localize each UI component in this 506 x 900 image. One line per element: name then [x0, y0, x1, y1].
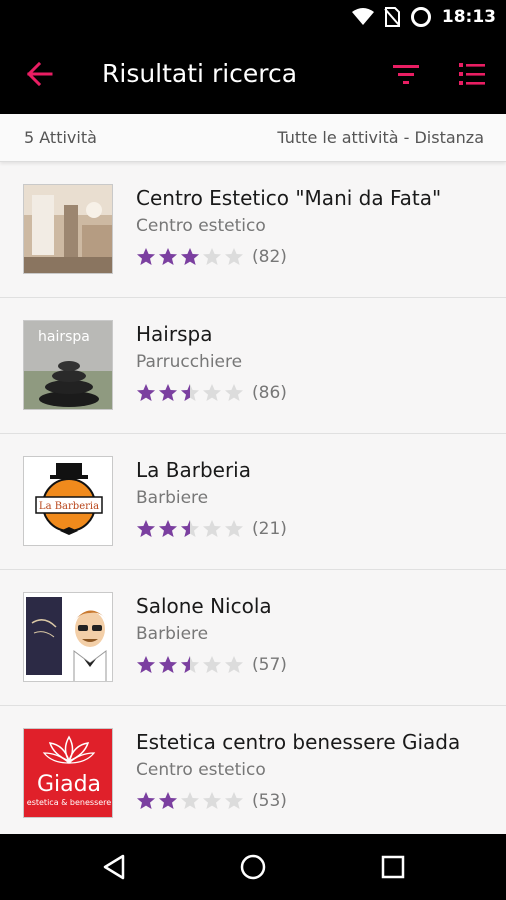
results-list: Centro Estetico "Mani da Fata" Centro es… [0, 162, 506, 834]
barberia-logo-text: La Barberia [39, 501, 99, 512]
star-filled-icon [159, 656, 177, 673]
review-count: (21) [252, 519, 287, 539]
business-name: Centro Estetico "Mani da Fata" [136, 186, 442, 210]
list-sort-icon [459, 63, 485, 85]
star-filled-icon [137, 792, 155, 809]
star-filled-icon [159, 792, 177, 809]
star-filled-icon [159, 520, 177, 537]
status-time: 18:13 [441, 7, 496, 27]
rating: (21) [136, 518, 287, 540]
star-empty-icon [225, 384, 243, 401]
rating-stars [136, 791, 244, 811]
business-category: Barbiere [136, 624, 209, 644]
business-category: Parrucchiere [136, 352, 243, 372]
nav-back-icon [103, 854, 125, 880]
star-half-icon [181, 384, 199, 401]
rating-stars [136, 519, 244, 539]
nav-recents-icon [381, 855, 405, 879]
star-filled-icon [159, 248, 177, 265]
filter-button[interactable] [388, 56, 424, 92]
star-empty-icon [203, 248, 221, 265]
star-filled-icon [137, 520, 155, 537]
list-item[interactable]: Centro Estetico "Mani da Fata" Centro es… [0, 162, 506, 298]
page-title: Risultati ricerca [102, 59, 298, 88]
business-name: La Barberia [136, 458, 251, 482]
review-count: (53) [252, 791, 287, 811]
star-empty-icon [203, 520, 221, 537]
filter-icon [393, 65, 419, 84]
star-empty-icon [181, 792, 199, 809]
list-item[interactable]: Giada estetica & benessere Estetica cent… [0, 706, 506, 834]
business-name: Salone Nicola [136, 594, 272, 618]
star-empty-icon [225, 792, 243, 809]
star-filled-icon [159, 384, 177, 401]
star-empty-icon [203, 792, 221, 809]
rating-stars [136, 655, 244, 675]
results-count: 5 Attività [24, 128, 97, 147]
back-button[interactable] [22, 56, 58, 92]
nav-home-icon [240, 854, 266, 880]
nav-home-button[interactable] [233, 847, 273, 887]
star-filled-icon [137, 384, 155, 401]
status-bar: 18:13 [0, 0, 506, 34]
nav-recents-button[interactable] [373, 847, 413, 887]
list-item[interactable]: La Barberia La Barberia Barbiere (21) [0, 434, 506, 570]
list-item[interactable]: hairspa Hairspa Parrucchiere (86) [0, 298, 506, 434]
results-content[interactable]: 5 Attività Tutte le attività - Distanza … [0, 114, 506, 834]
business-category: Centro estetico [136, 760, 266, 780]
nav-back-button[interactable] [94, 847, 134, 887]
la-barberia-logo: La Barberia [23, 456, 113, 546]
sort-order-label[interactable]: Tutte le attività - Distanza [277, 114, 484, 162]
hairspa-logo-stones: hairspa [23, 320, 113, 410]
review-count: (86) [252, 383, 287, 403]
star-filled-icon [137, 656, 155, 673]
star-half-icon [181, 656, 199, 673]
star-filled-icon [181, 248, 199, 265]
review-count: (57) [252, 655, 287, 675]
star-empty-icon [203, 656, 221, 673]
rating: (82) [136, 246, 287, 268]
giada-logo-subtext: estetica & benessere [27, 798, 111, 807]
star-empty-icon [203, 384, 221, 401]
rating: (57) [136, 654, 287, 676]
no-sim-icon [384, 7, 400, 27]
sort-list-button[interactable] [454, 56, 490, 92]
business-category: Barbiere [136, 488, 209, 508]
list-item[interactable]: Salone Nicola Barbiere (57) [0, 570, 506, 706]
review-count: (82) [252, 247, 287, 267]
business-name: Hairspa [136, 322, 213, 346]
star-filled-icon [137, 248, 155, 265]
hairspa-logo-text: hairspa [38, 329, 90, 345]
giada-logo: Giada estetica & benessere [23, 728, 113, 818]
arrow-back-icon [27, 62, 53, 86]
star-empty-icon [225, 520, 243, 537]
rating-stars [136, 247, 244, 267]
wifi-icon [351, 8, 374, 25]
star-empty-icon [225, 656, 243, 673]
navigation-bar [0, 834, 506, 900]
star-half-icon [181, 520, 199, 537]
status-icons: 18:13 [351, 0, 496, 34]
business-name: Estetica centro benessere Giada [136, 730, 461, 754]
business-category: Centro estetico [136, 216, 266, 236]
rating: (86) [136, 382, 287, 404]
salon-interior-photo [23, 184, 113, 274]
star-empty-icon [225, 248, 243, 265]
salone-nicola-illustration [23, 592, 113, 682]
summary-bar: 5 Attività Tutte le attività - Distanza [0, 114, 506, 162]
giada-logo-text: Giada [37, 772, 101, 797]
rating-stars [136, 383, 244, 403]
rating: (53) [136, 790, 287, 812]
app-bar: Risultati ricerca [0, 34, 506, 114]
sync-circle-icon [410, 7, 431, 27]
